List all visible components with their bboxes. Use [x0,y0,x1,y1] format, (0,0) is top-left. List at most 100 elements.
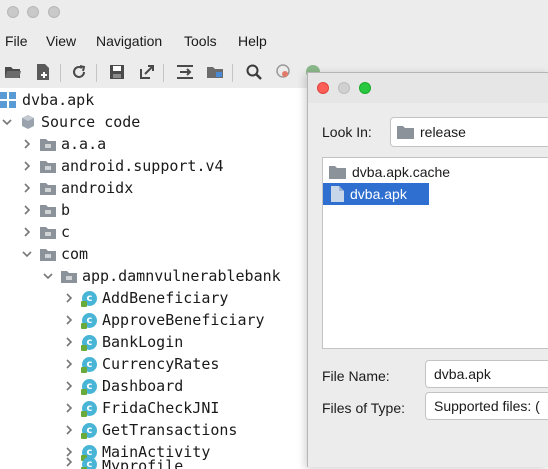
chevron-right-icon[interactable] [62,381,76,391]
chevron-right-icon[interactable] [20,227,34,237]
tree-class[interactable]: c ApproveBeneficiary [62,309,265,331]
folder-icon [40,226,56,239]
tree-class-label: ApproveBeneficiary [102,311,265,329]
align-icon[interactable] [176,63,194,81]
toolbar-separator [96,64,97,82]
tree-class-label: BankLogin [102,333,184,351]
chevron-down-icon[interactable] [0,117,14,127]
file-list-item-selected[interactable]: dvba.apk [323,183,429,205]
menu-tools[interactable]: Tools [184,33,217,49]
chevron-right-icon[interactable] [20,205,34,215]
minimize-window-button[interactable] [27,6,39,18]
folder-icon [397,125,414,139]
files-of-type-select[interactable]: Supported files: ( [425,392,548,420]
tree-package[interactable]: c [20,221,70,243]
file-name-input-value: dvba.apk [434,366,491,382]
chevron-right-icon[interactable] [62,293,76,303]
folder-icon [329,165,346,179]
tree-subpackage[interactable]: app.damnvulnerablebank [41,265,281,287]
file-name-input[interactable]: dvba.apk [425,360,548,388]
tree-source-code[interactable]: Source code [0,111,140,133]
chevron-right-icon[interactable] [62,425,76,435]
tree-class[interactable]: c CurrencyRates [62,353,219,375]
files-of-type-label: Files of Type: [322,400,406,416]
menu-help[interactable]: Help [238,33,267,49]
tree-package[interactable]: android.support.v4 [20,155,224,177]
open-folder-icon[interactable] [4,63,22,81]
class-icon: c [81,400,97,417]
chevron-down-icon[interactable] [41,271,55,281]
project-tree: dvba.apk Source code a.a.a android.suppo… [0,88,310,469]
chevron-right-icon[interactable] [62,315,76,325]
tree-package[interactable]: b [20,199,70,221]
chevron-down-icon[interactable] [20,249,34,259]
close-window-button[interactable] [7,6,19,18]
export-icon[interactable] [138,63,156,81]
look-in-select[interactable]: release [390,117,548,147]
tree-class[interactable]: c FridaCheckJNI [62,397,219,419]
tree-class-label: Dashboard [102,377,184,395]
file-name-label: File Name: [322,368,390,384]
tree-package[interactable]: com [20,243,88,265]
toolbar-separator [232,64,233,82]
tree-class-label: CurrencyRates [102,355,220,373]
tree-class[interactable]: c BankLogin [62,331,183,353]
tree-package-label: c [61,223,71,241]
chevron-right-icon[interactable] [62,447,76,457]
apk-icon [0,92,17,108]
tree-root-label: dvba.apk [22,91,95,109]
class-icon: c [81,378,97,395]
tree-package-label: b [61,201,71,219]
folder-icon [40,248,56,261]
chevron-right-icon[interactable] [20,183,34,193]
chevron-right-icon[interactable] [20,139,34,149]
tree-class-label: Myprofile [102,457,184,469]
open-file-dialog: Look In: release dvba.apk.cache dvba.apk… [307,72,548,467]
window-titlebar [0,0,548,26]
tree-class-label: AddBeneficiary [102,289,229,307]
dialog-close-button[interactable] [317,82,329,94]
zoom-window-button[interactable] [48,6,60,18]
tree-class[interactable]: c Dashboard [62,375,183,397]
chevron-right-icon[interactable] [20,161,34,171]
add-file-icon[interactable] [34,63,52,81]
chevron-right-icon[interactable] [62,337,76,347]
tree-package[interactable]: androidx [20,177,133,199]
tree-class[interactable]: c GetTransactions [62,419,237,441]
folder-icon [40,160,56,173]
tree-source-code-label: Source code [41,113,141,131]
class-icon: c [81,457,97,469]
class-icon: c [81,356,97,373]
class-icon: c [81,334,97,351]
dialog-minimize-button[interactable] [338,82,350,94]
search-icon[interactable] [245,63,263,81]
tree-subpackage-label: app.damnvulnerablebank [82,267,281,285]
look-in-label: Look In: [322,124,372,140]
file-list[interactable]: dvba.apk.cache dvba.apk [322,157,548,349]
menu-view[interactable]: View [46,33,76,49]
tree-package[interactable]: a.a.a [20,133,106,155]
folder-icon [40,138,56,151]
tree-class[interactable]: c AddBeneficiary [62,287,228,309]
save-icon[interactable] [108,63,126,81]
tree-package-label: com [61,245,89,263]
menu-file[interactable]: File [5,33,28,49]
tree-class-label: GetTransactions [102,421,238,439]
class-icon: c [81,422,97,439]
toolbar-separator [60,64,61,82]
chevron-right-icon[interactable] [62,359,76,369]
tree-root[interactable]: dvba.apk [0,89,94,111]
file-icon [331,186,344,202]
folder-icon [40,204,56,217]
look-in-value: release [420,124,466,140]
file-name-text: dvba.apk [350,186,407,202]
tree-class[interactable]: c Myprofile [62,457,183,469]
refresh-icon[interactable] [70,63,88,81]
menu-navigation[interactable]: Navigation [96,33,162,49]
package-folder-icon[interactable] [206,63,224,81]
dialog-zoom-button[interactable] [359,82,371,94]
search-class-icon[interactable] [275,63,293,81]
dialog-titlebar [308,73,548,103]
chevron-right-icon[interactable] [62,403,76,413]
file-list-item[interactable]: dvba.apk.cache [329,161,548,183]
